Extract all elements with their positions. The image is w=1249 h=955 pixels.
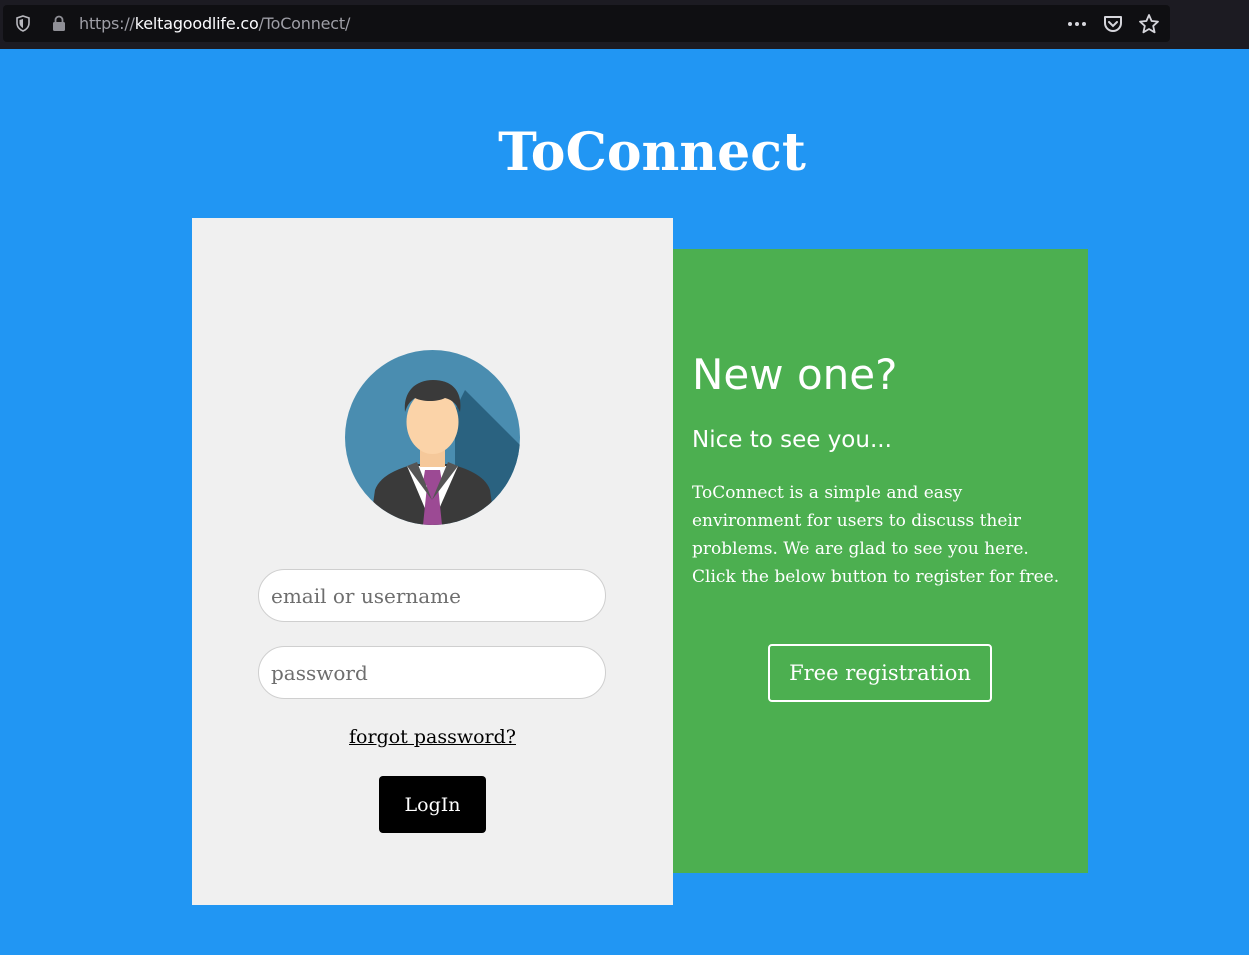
lock-icon[interactable] (51, 15, 67, 32)
forgot-password-link[interactable]: forgot password? (192, 726, 673, 748)
registration-subheading: Nice to see you... (692, 427, 892, 453)
page-title: ToConnect (498, 122, 806, 183)
bookmark-star-icon[interactable] (1138, 13, 1160, 35)
email-username-input[interactable] (258, 569, 606, 622)
tracking-protection-shield-icon[interactable] (15, 15, 31, 32)
url-path: /ToConnect/ (258, 14, 351, 33)
browser-toolbar: https://keltagoodlife.co/ToConnect/ (0, 0, 1249, 49)
pocket-icon[interactable] (1102, 13, 1124, 35)
address-bar-actions (1066, 13, 1160, 35)
user-avatar-icon (345, 350, 520, 525)
login-button[interactable]: LogIn (379, 776, 486, 833)
login-panel: forgot password? LogIn (192, 218, 673, 905)
registration-heading: New one? (692, 350, 898, 399)
registration-panel: New one? Nice to see you... ToConnect is… (673, 249, 1088, 873)
more-actions-icon[interactable] (1066, 13, 1088, 35)
url-scheme: https:// (79, 14, 135, 33)
password-input[interactable] (258, 646, 606, 699)
free-registration-button[interactable]: Free registration (768, 644, 992, 702)
url-text[interactable]: https://keltagoodlife.co/ToConnect/ (79, 14, 350, 33)
url-domain: keltagoodlife.co (134, 14, 259, 33)
address-bar[interactable]: https://keltagoodlife.co/ToConnect/ (3, 5, 1170, 42)
registration-description: ToConnect is a simple and easy environme… (692, 483, 1060, 587)
